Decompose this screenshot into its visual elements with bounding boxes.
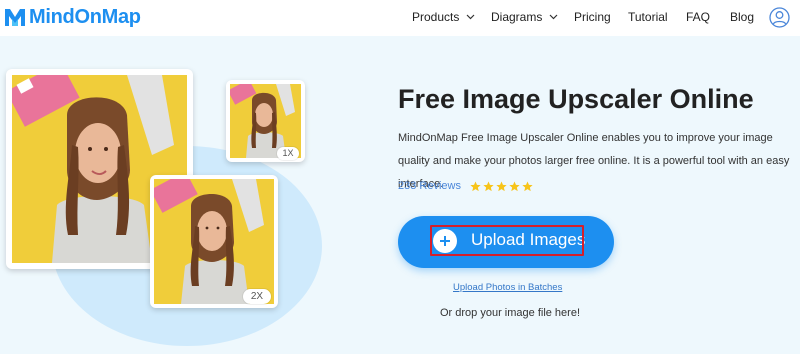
highlight-box [430,225,584,256]
nav-diagrams-label: Diagrams [491,10,543,24]
nav-products[interactable]: Products [412,10,475,24]
nav-products-label: Products [412,10,460,24]
star-icon [496,180,507,191]
user-account-icon[interactable] [769,7,790,28]
nav-pricing[interactable]: Pricing [574,10,611,24]
drop-file-hint: Or drop your image file here! [440,307,581,319]
mindonmap-logo[interactable]: MindOnMap [3,5,141,29]
portrait-photo [154,179,274,304]
reviews-link[interactable]: 233 Reviews [398,180,461,192]
upload-images-button[interactable]: Upload Images [398,216,614,268]
star-icon [470,180,481,191]
nav-tutorial[interactable]: Tutorial [628,10,668,24]
star-icon [509,180,520,191]
star-icon [483,180,494,191]
nav-blog[interactable]: Blog [730,10,754,24]
hero-section: 4X 1X 2X Free Image Upsc [0,36,800,354]
logo-icon [5,9,25,26]
upload-in-batches-link[interactable]: Upload Photos in Batches [453,282,562,293]
chevron-down-icon [466,14,475,20]
chevron-down-icon [549,14,558,20]
logo-text: MindOnMap [29,5,141,28]
zoom-badge-2x: 2X [243,289,271,304]
reviews-row: 233 Reviews [398,180,535,192]
nav-faq[interactable]: FAQ [686,10,710,24]
nav-diagrams[interactable]: Diagrams [491,10,558,24]
site-header: MindOnMap Products Diagrams Pricing Tuto… [0,0,800,36]
page-title: Free Image Upscaler Online [398,84,754,114]
zoom-badge-1x: 1X [277,147,299,160]
star-icon [522,180,533,191]
